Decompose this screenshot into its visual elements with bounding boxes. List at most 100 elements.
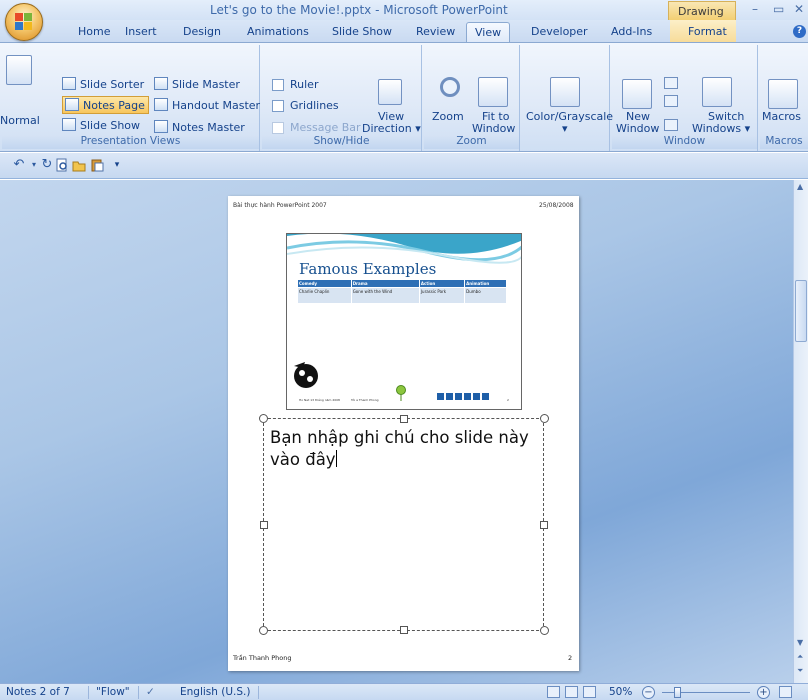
new-window-button[interactable]: Window bbox=[616, 123, 659, 135]
slide-nav-square bbox=[446, 393, 453, 400]
status-separator bbox=[138, 686, 139, 699]
tab-view[interactable]: View bbox=[466, 22, 511, 44]
resize-handle-left[interactable] bbox=[260, 521, 268, 529]
resize-handle-bottom[interactable] bbox=[400, 626, 408, 634]
rotation-handle-icon[interactable] bbox=[395, 385, 407, 401]
resize-handle-top-left[interactable] bbox=[259, 414, 268, 423]
scrollbar-thumb[interactable] bbox=[795, 280, 807, 342]
scroll-down-icon[interactable]: ▼ bbox=[797, 638, 803, 647]
color-grayscale-dropdown[interactable]: ▾ bbox=[562, 123, 568, 135]
theme-name: "Flow" bbox=[96, 686, 130, 698]
tab-animations[interactable]: Animations bbox=[247, 25, 309, 38]
slide-table: Comedy Drama Action Animation Charlie Ch… bbox=[297, 279, 507, 304]
slide-sorter-button[interactable]: Slide Sorter bbox=[62, 77, 144, 91]
switch-windows-icon[interactable] bbox=[702, 77, 732, 107]
slide-title: Famous Examples bbox=[299, 260, 437, 278]
page-indicator: Notes 2 of 7 bbox=[6, 686, 70, 698]
color-grayscale-icon[interactable] bbox=[550, 77, 580, 107]
move-split-icon[interactable] bbox=[664, 119, 678, 131]
tab-add-ins[interactable]: Add-Ins bbox=[611, 25, 652, 38]
group-label-zoom: Zoom bbox=[424, 135, 519, 149]
open-folder-icon[interactable] bbox=[72, 158, 86, 172]
slide-table-cell: Gone with the Wind bbox=[350, 287, 420, 304]
notes-master-icon bbox=[154, 120, 168, 133]
ruler-label: Ruler bbox=[290, 78, 319, 91]
macros-icon[interactable] bbox=[768, 79, 798, 109]
handout-master-icon bbox=[154, 98, 168, 111]
notes-placeholder[interactable]: Bạn nhập ghi chú cho slide này vào đây bbox=[259, 414, 549, 635]
undo-icon[interactable]: ↶ bbox=[12, 158, 26, 172]
office-button[interactable] bbox=[5, 3, 43, 41]
slide-master-button[interactable]: Slide Master bbox=[154, 77, 240, 91]
undo-dropdown-icon[interactable]: ▾ bbox=[27, 158, 41, 172]
slide-master-icon bbox=[154, 77, 168, 90]
slide-table-header: Drama bbox=[350, 279, 420, 288]
fit-slide-icon[interactable] bbox=[779, 686, 792, 698]
resize-handle-top[interactable] bbox=[400, 415, 408, 423]
tab-design[interactable]: Design bbox=[183, 25, 221, 38]
tab-format[interactable]: Format bbox=[688, 25, 727, 38]
cascade-icon[interactable] bbox=[664, 95, 678, 107]
slide-nav-square bbox=[482, 393, 489, 400]
normal-view-button[interactable]: Normal bbox=[0, 115, 40, 127]
language-indicator[interactable]: English (U.S.) bbox=[180, 686, 250, 698]
spell-check-icon[interactable]: ✓ bbox=[146, 686, 155, 698]
gridlines-checkbox[interactable] bbox=[272, 100, 284, 112]
switch-windows-button[interactable]: Windows ▾ bbox=[692, 123, 750, 135]
redo-icon[interactable]: ↻ bbox=[40, 158, 54, 172]
view-direction-button[interactable]: Direction ▾ bbox=[362, 123, 421, 135]
maximize-button[interactable]: ▭ bbox=[773, 2, 784, 16]
slide-thumbnail[interactable]: Famous Examples Comedy Drama Action Anim… bbox=[286, 233, 522, 410]
previous-slide-icon[interactable]: ⏶ bbox=[797, 652, 803, 662]
normal-view-icon[interactable] bbox=[6, 55, 32, 85]
resize-handle-bottom-left[interactable] bbox=[259, 626, 268, 635]
tab-insert[interactable]: Insert bbox=[125, 25, 157, 38]
tab-slide-show[interactable]: Slide Show bbox=[332, 25, 392, 38]
next-slide-icon[interactable]: ⏷ bbox=[797, 666, 803, 676]
close-button[interactable]: ✕ bbox=[794, 2, 804, 16]
resize-handle-right[interactable] bbox=[540, 521, 548, 529]
view-direction-icon[interactable] bbox=[378, 79, 402, 105]
arrange-all-icon[interactable] bbox=[664, 77, 678, 89]
notes-master-button[interactable]: Notes Master bbox=[154, 120, 245, 134]
notes-page-button[interactable]: Notes Page bbox=[62, 96, 149, 114]
slide-show-button[interactable]: Slide Show bbox=[62, 118, 140, 132]
resize-handle-top-right[interactable] bbox=[540, 414, 549, 423]
color-grayscale-button[interactable]: Color/Grayscale bbox=[526, 111, 613, 123]
vertical-scrollbar[interactable]: ▲ ▼ ⏶ ⏷ bbox=[793, 180, 808, 683]
tab-developer[interactable]: Developer bbox=[531, 25, 588, 38]
customize-toolbar-icon[interactable]: ▾ bbox=[110, 158, 124, 172]
scroll-up-icon[interactable]: ▲ bbox=[797, 182, 803, 191]
minimize-button[interactable]: – bbox=[752, 2, 758, 16]
paste-icon[interactable] bbox=[90, 158, 104, 172]
notes-text-content[interactable]: Bạn nhập ghi chú cho slide này vào đây bbox=[270, 428, 529, 469]
handout-master-button[interactable]: Handout Master bbox=[154, 98, 260, 112]
zoom-in-icon[interactable]: + bbox=[757, 686, 770, 699]
fit-to-window-icon[interactable] bbox=[478, 77, 508, 107]
tab-review[interactable]: Review bbox=[416, 25, 455, 38]
normal-view-status-icon[interactable] bbox=[547, 686, 560, 698]
macros-button[interactable]: Macros bbox=[762, 111, 801, 123]
office-logo-icon bbox=[15, 13, 33, 31]
message-bar-checkbox[interactable] bbox=[272, 122, 284, 134]
ruler-checkbox[interactable] bbox=[272, 79, 284, 91]
zoom-icon[interactable] bbox=[440, 77, 460, 97]
zoom-button[interactable]: Zoom bbox=[432, 111, 464, 123]
notes-page-icon bbox=[65, 98, 79, 111]
resize-handle-bottom-right[interactable] bbox=[540, 626, 549, 635]
slide-sorter-status-icon[interactable] bbox=[565, 686, 578, 698]
help-icon[interactable]: ? bbox=[793, 25, 806, 38]
fit-to-window-button[interactable]: Window bbox=[472, 123, 515, 135]
slide-footer-author: Tôi a Thanh Phong bbox=[351, 398, 379, 402]
zoom-slider-knob[interactable] bbox=[674, 687, 681, 698]
tab-home[interactable]: Home bbox=[78, 25, 110, 38]
zoom-level[interactable]: 50% bbox=[609, 686, 632, 698]
new-window-icon[interactable] bbox=[622, 79, 652, 109]
slide-table-header: Action bbox=[418, 279, 466, 288]
drawing-tools-contextual-tab[interactable]: Drawing ... bbox=[668, 1, 736, 31]
notes-text[interactable]: Bạn nhập ghi chú cho slide này vào đây bbox=[270, 427, 540, 471]
zoom-out-icon[interactable]: − bbox=[642, 686, 655, 699]
slide-show-icon bbox=[62, 118, 76, 131]
print-preview-icon[interactable] bbox=[55, 158, 69, 172]
slide-show-status-icon[interactable] bbox=[583, 686, 596, 698]
